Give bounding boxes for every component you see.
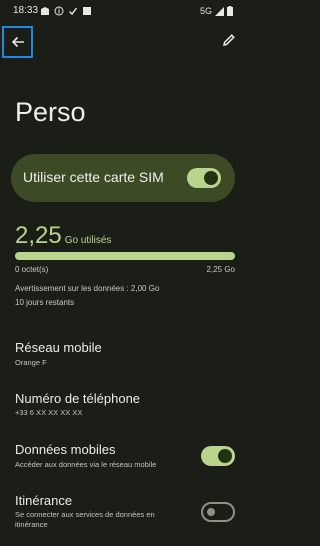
- edit-button[interactable]: [221, 32, 237, 48]
- back-button[interactable]: [2, 26, 33, 58]
- usage-amount: 2,25: [15, 222, 62, 249]
- mobile-data-subtitle: Accéder aux données via le réseau mobile: [15, 460, 157, 469]
- data-usage-summary: 2,25 Go utilisés: [15, 222, 111, 250]
- switch-knob: [207, 508, 215, 516]
- pencil-icon: [222, 34, 235, 47]
- signal-icon: [215, 6, 224, 16]
- status-icons-right: 5G: [200, 5, 233, 17]
- status-time: 18:33: [13, 5, 39, 16]
- notification-square-icon: [83, 7, 91, 15]
- phone-number-title: Numéro de téléphone: [15, 391, 141, 406]
- data-warning-text: Avertissement sur les données : 2,00 Go: [15, 284, 160, 293]
- use-sim-switch[interactable]: [187, 168, 221, 188]
- info-icon: [54, 6, 64, 16]
- usage-min-label: 0 octet(s): [15, 265, 49, 274]
- mobile-network-value: Orange F: [15, 358, 47, 367]
- roaming-row[interactable]: Itinérance Se connecter aux services de …: [0, 488, 245, 538]
- usage-unit: Go utilisés: [64, 235, 112, 246]
- roaming-title: Itinérance: [15, 493, 73, 508]
- mobile-data-switch[interactable]: [201, 446, 235, 466]
- mobile-network-title: Réseau mobile: [15, 340, 102, 355]
- mobile-data-row[interactable]: Données mobiles Accéder aux données via …: [0, 437, 245, 477]
- use-sim-card-toggle-row[interactable]: Utiliser cette carte SIM: [11, 154, 235, 202]
- roaming-switch[interactable]: [201, 502, 235, 522]
- usage-progress-bar: [15, 252, 235, 260]
- phone-number-value: +33 6 XX XX XX XX: [15, 408, 83, 417]
- network-type: 5G: [199, 6, 212, 16]
- phone-number-row[interactable]: Numéro de téléphone +33 6 XX XX XX XX: [0, 384, 245, 424]
- mobile-data-title: Données mobiles: [15, 442, 116, 457]
- status-icons-left: [40, 5, 92, 17]
- usage-progress-fill: [15, 252, 235, 260]
- arrow-back-icon: [11, 36, 24, 48]
- switch-knob: [218, 449, 232, 463]
- days-remaining-text: 10 jours restants: [15, 298, 75, 307]
- use-sim-label: Utiliser cette carte SIM: [23, 169, 164, 185]
- page-title: Perso: [15, 97, 86, 127]
- roaming-subtitle-line1: Se connecter aux services de données en: [15, 510, 155, 519]
- alarm-icon: [41, 7, 49, 15]
- mobile-network-row[interactable]: Réseau mobile Orange F: [0, 334, 245, 374]
- check-icon: [69, 7, 78, 16]
- switch-knob: [204, 171, 218, 185]
- usage-max-label: 2,25 Go: [206, 265, 235, 274]
- battery-icon: [227, 6, 233, 16]
- roaming-subtitle-line2: itinérance: [15, 520, 48, 529]
- status-bar: 18:33 5G: [0, 0, 245, 22]
